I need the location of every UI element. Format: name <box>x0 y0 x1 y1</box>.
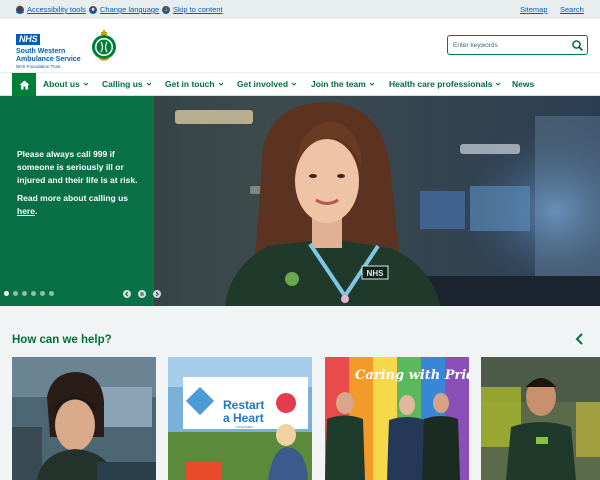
chevron-down-icon <box>496 82 501 86</box>
chevron-down-icon <box>369 82 375 86</box>
chevron-down-icon <box>218 82 223 86</box>
help-section-title: How can we help? <box>12 334 112 346</box>
chevron-left-icon[interactable] <box>574 332 586 346</box>
uniform-nhs-text: NHS <box>367 269 385 278</box>
nav-calling-us-label: Calling us <box>102 79 143 89</box>
nav-join-the-team-label: Join the team <box>311 79 366 89</box>
nav-calling-us[interactable]: Calling us <box>102 79 152 89</box>
carousel-dot-4[interactable] <box>31 291 36 296</box>
org-name-line2: Ambulance Service <box>16 55 81 63</box>
carousel-pause-icon[interactable] <box>138 290 146 298</box>
hero-link-suffix: . <box>34 206 38 217</box>
hero-link-paragraph: Read more about calling us here. <box>17 192 147 218</box>
chevron-down-icon <box>146 82 151 86</box>
accessibility-tools-link[interactable]: ⚫ Accessibility tools <box>16 5 86 14</box>
nav-health-care-professionals-label: Health care professionals <box>389 79 493 89</box>
carousel-dot-6[interactable] <box>49 291 54 296</box>
change-language-link[interactable]: ● Change language <box>89 5 159 14</box>
hero-message-text: Please always call 999 if someone is ser… <box>17 149 138 185</box>
hero-link-prefix: Read more about calling us <box>17 193 128 204</box>
carousel-dot-3[interactable] <box>22 291 27 296</box>
change-language-label: Change language <box>100 5 160 14</box>
nav-get-in-touch[interactable]: Get in touch <box>165 79 224 89</box>
paramedic-card[interactable] <box>481 357 600 480</box>
help-section: How can we help? Restart a Heart TOGETHE… <box>0 306 600 480</box>
org-subtitle: NHS Foundation Trust <box>16 64 61 69</box>
arrow-down-icon: ↓ <box>162 5 170 14</box>
nav-get-involved-label: Get involved <box>237 79 289 89</box>
search-label: Search <box>560 5 584 14</box>
home-icon <box>19 80 29 89</box>
org-name: South Western Ambulance Service <box>16 48 86 63</box>
carousel-dot-2[interactable] <box>13 291 18 296</box>
home-button[interactable] <box>12 73 36 96</box>
nav-get-in-touch-label: Get in touch <box>165 79 215 89</box>
skip-to-content-label: Skip to content <box>173 5 223 14</box>
nav-about-us-label: About us <box>43 79 80 89</box>
site-header: NHS South Western Ambulance Service NHS … <box>0 19 600 72</box>
nav-about-us[interactable]: About us <box>43 79 89 89</box>
accessibility-icon: ⚫ <box>16 5 24 14</box>
call-handler-card[interactable] <box>12 357 156 480</box>
nav-news-label: News <box>512 79 535 89</box>
search-field <box>447 35 588 55</box>
restart-a-heart-card[interactable]: Restart a Heart TOGETHER <box>168 357 312 480</box>
nav-news[interactable]: News <box>512 79 534 89</box>
skip-to-content-link[interactable]: ↓ Skip to content <box>162 5 223 14</box>
nhs-logo-badge: NHS <box>16 34 41 45</box>
carousel-next-icon[interactable] <box>153 290 161 298</box>
utility-bar: ⚫ Accessibility tools ● Change language … <box>0 0 600 19</box>
globe-icon: ● <box>89 5 97 14</box>
sitemap-link[interactable]: Sitemap <box>520 5 548 14</box>
pride-mural-text: Caring with Pride <box>355 368 469 383</box>
search-icon[interactable] <box>571 39 584 52</box>
chevron-down-icon <box>83 82 89 86</box>
pride-card[interactable]: Caring with Pride <box>325 357 469 480</box>
site-logo[interactable]: NHS South Western Ambulance Service NHS … <box>16 29 86 69</box>
crest-icon <box>92 29 116 61</box>
restart-heart-sign-line1: Restart <box>223 398 264 412</box>
hero-read-more-link[interactable]: here <box>17 206 35 216</box>
search-input[interactable] <box>453 39 568 52</box>
nav-get-involved[interactable]: Get involved <box>237 79 297 89</box>
hero-message: Please always call 999 if someone is ser… <box>17 148 147 218</box>
carousel-dot-1[interactable] <box>4 291 9 296</box>
sitemap-label: Sitemap <box>520 5 548 14</box>
main-nav: About us Calling us Get in touch Get inv… <box>0 72 600 96</box>
chevron-down-icon <box>291 82 297 86</box>
org-name-line1: South Western <box>16 48 66 55</box>
carousel-prev-icon[interactable] <box>123 290 131 298</box>
restart-heart-sign-small: TOGETHER <box>236 425 253 429</box>
hero-carousel: NHS Please always call 999 if someone is… <box>0 96 600 306</box>
restart-heart-sign-line2: a Heart <box>223 411 264 425</box>
search-link[interactable]: Search <box>560 5 584 14</box>
nav-health-care-professionals[interactable]: Health care professionals <box>389 79 501 89</box>
carousel-dot-5[interactable] <box>40 291 45 296</box>
accessibility-tools-label: Accessibility tools <box>27 5 86 14</box>
nav-join-the-team[interactable]: Join the team <box>311 79 375 89</box>
carousel-dots <box>4 291 54 296</box>
